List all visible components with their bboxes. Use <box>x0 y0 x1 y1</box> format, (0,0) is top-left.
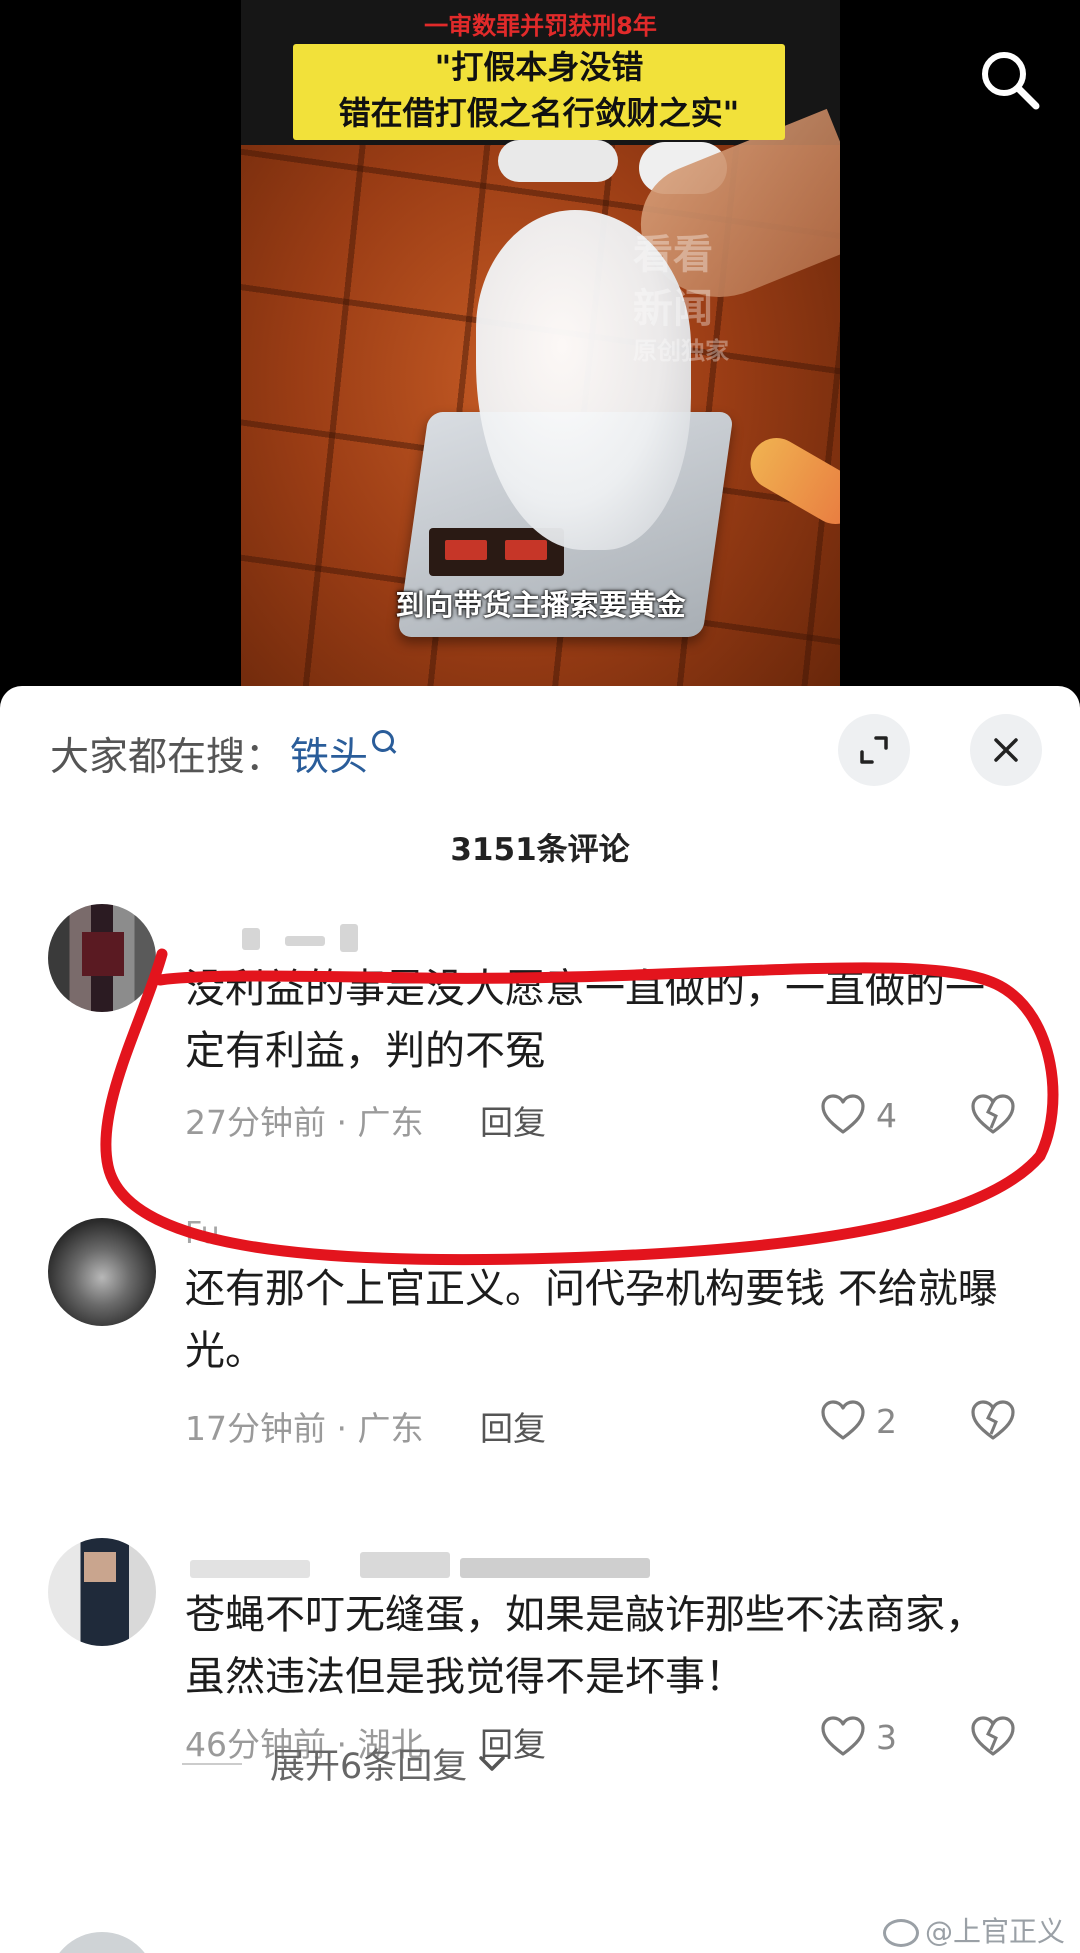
divider <box>182 1762 242 1765</box>
search-icon[interactable] <box>978 48 1042 112</box>
comment-meta: 27分钟前 · 广东 回复 <box>185 1103 546 1142</box>
close-icon <box>994 738 1018 762</box>
like-count: 4 <box>876 1095 897 1135</box>
broken-heart-icon <box>971 1094 1015 1134</box>
reply-button[interactable]: 回复 <box>480 1409 546 1448</box>
video-caption-red: 一审数罪并罚获刑8年 <box>424 12 657 40</box>
weibo-credit: @上官正义 <box>883 1910 1065 1950</box>
like-button[interactable]: 4 <box>820 1094 897 1136</box>
caption-box-line2: 错在借打假之名行敛财之实" <box>338 94 740 132</box>
hot-search-keyword[interactable]: 铁头 <box>290 735 368 780</box>
expand-icon <box>860 736 888 764</box>
comment-sheet: 大家都在搜： 铁头 3151条评论 没利益的事是没人愿意一直做的，一直做的一定有利… <box>0 686 1080 1953</box>
like-count: 3 <box>876 1717 897 1757</box>
video-watermark: 看看 新闻 原创独家 <box>633 232 729 365</box>
comment-location: 广东 <box>357 1103 424 1142</box>
blurred-username <box>360 1552 450 1578</box>
video-subtitle: 到向带货主播索要黄金 <box>395 588 686 622</box>
comment-location: 广东 <box>357 1409 424 1448</box>
broken-heart-icon <box>971 1400 1015 1440</box>
blurred-username <box>285 936 325 946</box>
caption-box-line1: "打假本身没错 <box>434 48 644 86</box>
hot-search-label: 大家都在搜： <box>50 735 285 780</box>
comment-author[interactable]: Fu <box>185 1216 220 1251</box>
comment-text: 苍蝇不叮无缝蛋，如果是敲诈那些不法商家，虽然违法但是我觉得不是坏事！ <box>185 1592 985 1700</box>
comment-text: 还有那个上官正义。问代孕机构要钱 不给就曝光。 <box>185 1266 998 1374</box>
broken-heart-icon <box>971 1716 1015 1756</box>
heart-icon <box>821 1400 865 1440</box>
comment-meta: 17分钟前 · 广东 回复 <box>185 1409 546 1448</box>
credit-text: @上官正义 <box>925 1915 1066 1948</box>
avatar[interactable] <box>48 1538 156 1646</box>
avatar[interactable] <box>48 1932 156 1953</box>
comment-time: 27分钟前 <box>185 1103 326 1142</box>
expand-button[interactable] <box>838 714 910 786</box>
expand-replies-label: 展开6条回复 <box>270 1747 468 1787</box>
keyword-search-icon <box>372 730 395 752</box>
expand-replies-button[interactable]: 展开6条回复 <box>182 1738 509 1789</box>
heart-icon <box>821 1094 865 1134</box>
reply-button[interactable]: 回复 <box>480 1103 546 1142</box>
shoe-left <box>498 140 618 182</box>
close-button[interactable] <box>970 714 1042 786</box>
comment-text: 没利益的事是没人愿意一直做的，一直做的一定有利益，判的不冤 <box>185 966 985 1074</box>
blurred-username <box>460 1558 650 1578</box>
blurred-username <box>340 924 358 952</box>
blurred-username <box>190 1560 310 1578</box>
like-button[interactable]: 3 <box>820 1716 897 1758</box>
like-count: 2 <box>876 1401 897 1441</box>
dislike-button[interactable] <box>970 1716 1016 1762</box>
weibo-icon <box>883 1919 919 1947</box>
dislike-button[interactable] <box>970 1400 1016 1446</box>
blurred-username <box>242 928 260 950</box>
like-button[interactable]: 2 <box>820 1400 897 1442</box>
video-player[interactable]: 看看 新闻 原创独家 一审数罪并罚获刑8年 "打假本身没错 错在借打假之名行敛财… <box>241 0 840 690</box>
comment-time: 17分钟前 <box>185 1409 326 1448</box>
video-caption-box: "打假本身没错 错在借打假之名行敛财之实" <box>293 44 785 140</box>
chevron-down-icon <box>479 1755 506 1771</box>
hot-search-bar: 大家都在搜： 铁头 <box>50 726 395 782</box>
avatar[interactable] <box>48 1218 156 1326</box>
dislike-button[interactable] <box>970 1094 1016 1140</box>
heart-icon <box>821 1716 865 1756</box>
avatar[interactable] <box>48 904 156 1012</box>
comment-count: 3151条评论 <box>450 832 630 868</box>
